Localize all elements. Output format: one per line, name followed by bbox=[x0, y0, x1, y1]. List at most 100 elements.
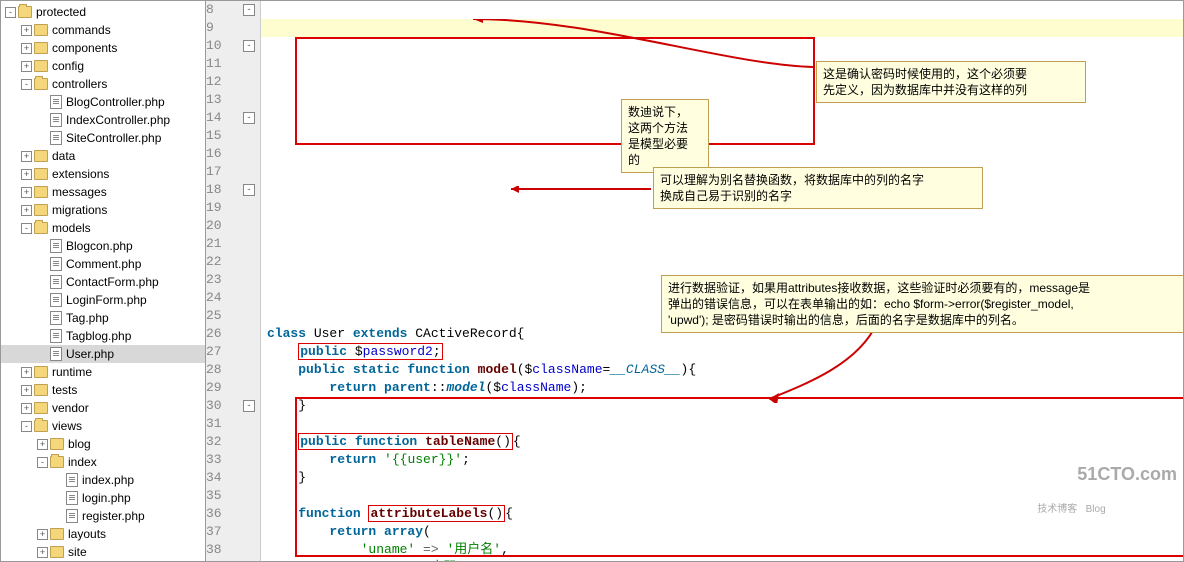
tree-item-user-php[interactable]: User.php bbox=[1, 345, 205, 363]
tree-item-site[interactable]: +site bbox=[1, 543, 205, 561]
collapse-icon[interactable]: - bbox=[21, 421, 32, 432]
tree-item-runtime[interactable]: +runtime bbox=[1, 363, 205, 381]
folder-icon bbox=[34, 420, 48, 432]
tree-item-indexcontroller-php[interactable]: IndexController.php bbox=[1, 111, 205, 129]
code-fold-icon[interactable]: - bbox=[243, 184, 255, 196]
line-number: 25 bbox=[206, 307, 228, 325]
tree-item-data[interactable]: +data bbox=[1, 147, 205, 165]
tree-item-contactform-php[interactable]: ContactForm.php bbox=[1, 273, 205, 291]
tree-item-components[interactable]: + components bbox=[1, 39, 205, 57]
fold-spacer bbox=[243, 418, 255, 430]
file-icon bbox=[50, 293, 62, 307]
tree-item-commands[interactable]: +commands bbox=[1, 21, 205, 39]
file-icon bbox=[50, 131, 62, 145]
code-line[interactable] bbox=[267, 415, 1183, 433]
tree-item-comment-php[interactable]: Comment.php bbox=[1, 255, 205, 273]
tree-item-vendor[interactable]: +vendor bbox=[1, 399, 205, 417]
fold-spacer bbox=[243, 364, 255, 376]
expand-icon[interactable]: + bbox=[21, 43, 32, 54]
expand-icon[interactable]: + bbox=[21, 403, 32, 414]
tree-item-blogcontroller-php[interactable]: BlogController.php bbox=[1, 93, 205, 111]
tree-item-models[interactable]: -models bbox=[1, 219, 205, 237]
note-attributelabels: 可以理解为别名替换函数，将数据库中的列的名字 换成自己易于识别的名字 bbox=[653, 167, 983, 209]
expand-icon[interactable]: + bbox=[21, 151, 32, 162]
fold-spacer bbox=[243, 238, 255, 250]
tree-item-controllers[interactable]: - controllers bbox=[1, 75, 205, 93]
tree-item-index[interactable]: - index bbox=[1, 453, 205, 471]
collapse-icon[interactable]: - bbox=[37, 457, 48, 468]
gutter-line: 22 bbox=[206, 253, 255, 271]
tree-label: ContactForm.php bbox=[66, 275, 159, 289]
tree-item-index-php[interactable]: index.php bbox=[1, 471, 205, 489]
tree-item-config[interactable]: + config bbox=[1, 57, 205, 75]
line-number: 24 bbox=[206, 289, 228, 307]
expand-icon[interactable]: + bbox=[37, 439, 48, 450]
fold-spacer bbox=[243, 328, 255, 340]
gutter-line: 15 bbox=[206, 127, 255, 145]
code-line[interactable]: 'upwd'=>'密码', bbox=[267, 559, 1183, 561]
collapse-icon[interactable]: - bbox=[5, 7, 16, 18]
code-line[interactable]: public static function model($className=… bbox=[267, 361, 1183, 379]
code-line[interactable]: return parent::model($className); bbox=[267, 379, 1183, 397]
expand-icon[interactable]: + bbox=[21, 25, 32, 36]
tree-item-tag-php[interactable]: Tag.php bbox=[1, 309, 205, 327]
tree-item-protected[interactable]: - protected bbox=[1, 3, 205, 21]
tree-label: Comment.php bbox=[66, 257, 141, 271]
tree-item-login-php[interactable]: login.php bbox=[1, 489, 205, 507]
fold-spacer bbox=[243, 58, 255, 70]
tree-label: protected bbox=[36, 5, 86, 19]
folder-icon bbox=[34, 222, 48, 234]
code-line[interactable]: } bbox=[267, 397, 1183, 415]
tree-item-migrations[interactable]: +migrations bbox=[1, 201, 205, 219]
code-area[interactable]: 这是确认密码时候使用的，这个必须要 先定义，因为数据库中并没有这样的列 数迪说下… bbox=[261, 1, 1183, 561]
folder-icon bbox=[34, 42, 48, 54]
collapse-icon[interactable]: - bbox=[21, 79, 32, 90]
fold-spacer bbox=[243, 76, 255, 88]
gutter-line: 27 bbox=[206, 343, 255, 361]
tree-item-messages[interactable]: + messages bbox=[1, 183, 205, 201]
file-icon bbox=[50, 275, 62, 289]
fold-spacer bbox=[243, 292, 255, 304]
tree-item-blogcon-php[interactable]: Blogcon.php bbox=[1, 237, 205, 255]
expand-icon[interactable]: + bbox=[21, 367, 32, 378]
folder-icon bbox=[34, 384, 48, 396]
tree-item-blog[interactable]: +blog bbox=[1, 435, 205, 453]
gutter-line: 33 bbox=[206, 451, 255, 469]
tree-item-views[interactable]: -views bbox=[1, 417, 205, 435]
code-editor[interactable]: 8-910-11121314-15161718-1920212223242526… bbox=[206, 1, 1183, 561]
code-fold-icon[interactable]: - bbox=[243, 4, 255, 16]
tree-item-loginform-php[interactable]: LoginForm.php bbox=[1, 291, 205, 309]
code-fold-icon[interactable]: - bbox=[243, 112, 255, 124]
tree-label: controllers bbox=[52, 77, 107, 91]
tree-spacer bbox=[53, 493, 64, 504]
tree-label: components bbox=[52, 41, 117, 55]
gutter-line: 28 bbox=[206, 361, 255, 379]
line-number: 8 bbox=[206, 1, 220, 19]
code-fold-icon[interactable]: - bbox=[243, 40, 255, 52]
expand-icon[interactable]: + bbox=[21, 169, 32, 180]
expand-icon[interactable]: + bbox=[21, 385, 32, 396]
code-fold-icon[interactable]: - bbox=[243, 400, 255, 412]
code-line[interactable]: public $password2; bbox=[267, 343, 1183, 361]
tree-label: config bbox=[52, 59, 84, 73]
tree-item-extensions[interactable]: +extensions bbox=[1, 165, 205, 183]
project-tree[interactable]: -protected+commands+components+config-co… bbox=[1, 1, 206, 561]
tree-item-tests[interactable]: +tests bbox=[1, 381, 205, 399]
expand-icon[interactable]: + bbox=[37, 547, 48, 558]
expand-icon[interactable]: + bbox=[21, 187, 32, 198]
tree-item-layouts[interactable]: +layouts bbox=[1, 525, 205, 543]
tree-item-sitecontroller-php[interactable]: SiteController.php bbox=[1, 129, 205, 147]
tree-label: index bbox=[68, 455, 97, 469]
gutter-line: 30- bbox=[206, 397, 255, 415]
file-icon bbox=[50, 95, 62, 109]
file-icon bbox=[66, 509, 78, 523]
tree-item-tagblog-php[interactable]: Tagblog.php bbox=[1, 327, 205, 345]
expand-icon[interactable]: + bbox=[21, 61, 32, 72]
tree-item-register-php[interactable]: register.php bbox=[1, 507, 205, 525]
expand-icon[interactable]: + bbox=[21, 205, 32, 216]
tree-label: Blogcon.php bbox=[66, 239, 133, 253]
gutter-line: 31 bbox=[206, 415, 255, 433]
collapse-icon[interactable]: - bbox=[21, 223, 32, 234]
tree-label: messages bbox=[52, 185, 107, 199]
expand-icon[interactable]: + bbox=[37, 529, 48, 540]
